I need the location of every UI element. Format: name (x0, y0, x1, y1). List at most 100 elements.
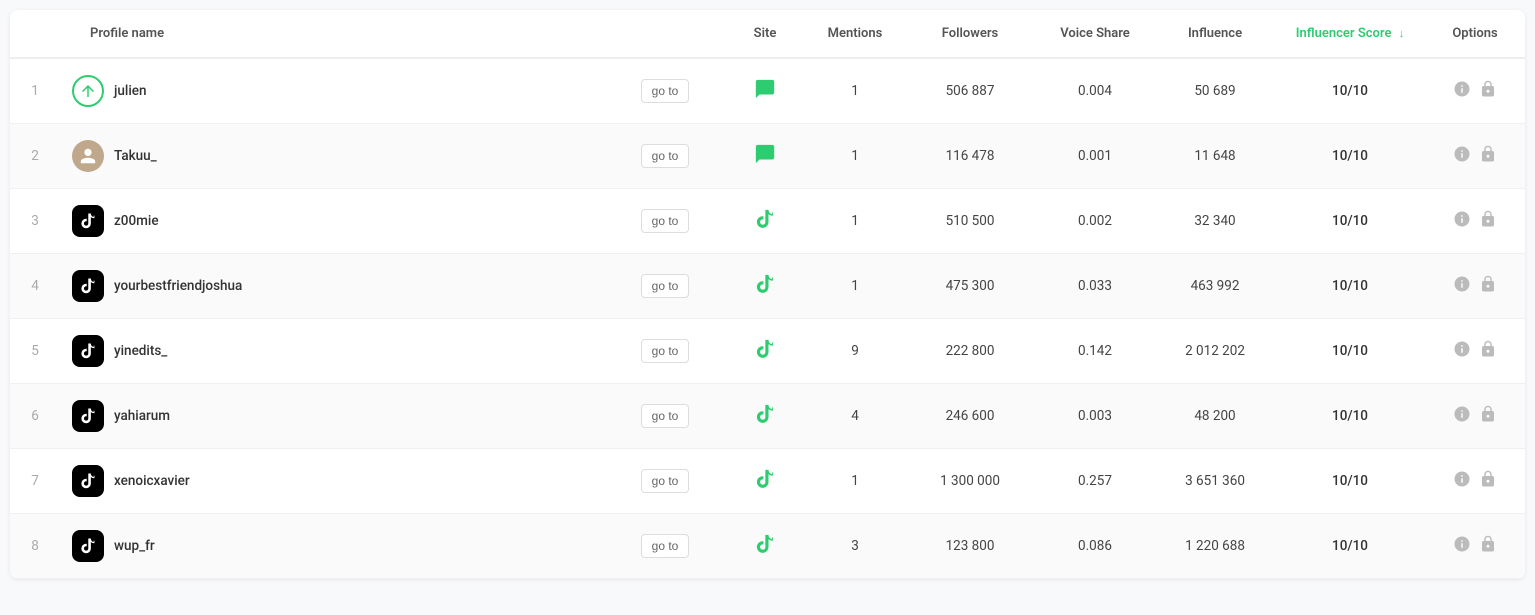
username-label: yourbestfriendjoshua (114, 278, 242, 294)
cell-goto[interactable]: go to (605, 514, 725, 579)
cell-rank: 4 (10, 254, 60, 319)
cell-profile: Takuu_ (60, 124, 605, 189)
info-icon[interactable] (1453, 535, 1471, 557)
cell-profile: wup_fr (60, 514, 605, 579)
cell-rank: 6 (10, 384, 60, 449)
cell-followers: 246 600 (905, 384, 1035, 449)
cell-goto[interactable]: go to (605, 189, 725, 254)
cell-followers: 506 887 (905, 58, 1035, 124)
col-goto (605, 10, 725, 58)
info-icon[interactable] (1453, 210, 1471, 232)
col-influencer-score[interactable]: Influencer Score ↓ (1275, 10, 1425, 58)
cell-goto[interactable]: go to (605, 449, 725, 514)
lock-icon[interactable] (1479, 210, 1497, 232)
cell-site (725, 319, 805, 384)
cell-influence: 1 220 688 (1155, 514, 1275, 579)
info-icon[interactable] (1453, 145, 1471, 167)
avatar (72, 75, 104, 107)
avatar (72, 270, 104, 302)
cell-site (725, 449, 805, 514)
lock-icon[interactable] (1479, 535, 1497, 557)
cell-influencer-score: 10/10 (1275, 124, 1425, 189)
username-label: Takuu_ (114, 148, 157, 164)
cell-rank: 2 (10, 124, 60, 189)
cell-followers: 475 300 (905, 254, 1035, 319)
lock-icon[interactable] (1479, 405, 1497, 427)
cell-profile: yahiarum (60, 384, 605, 449)
username-label: z00mie (114, 213, 159, 229)
cell-influencer-score: 10/10 (1275, 254, 1425, 319)
goto-button[interactable]: go to (641, 469, 690, 493)
cell-options (1425, 58, 1525, 124)
info-icon[interactable] (1453, 275, 1471, 297)
goto-button[interactable]: go to (641, 534, 690, 558)
cell-rank: 7 (10, 449, 60, 514)
col-options: Options (1425, 10, 1525, 58)
cell-influence: 3 651 360 (1155, 449, 1275, 514)
cell-influence: 463 992 (1155, 254, 1275, 319)
cell-profile: yinedits_ (60, 319, 605, 384)
col-voice-share: Voice Share (1035, 10, 1155, 58)
col-followers: Followers (905, 10, 1035, 58)
info-icon[interactable] (1453, 470, 1471, 492)
col-rank (10, 10, 60, 58)
cell-goto[interactable]: go to (605, 58, 725, 124)
cell-goto[interactable]: go to (605, 124, 725, 189)
sort-arrow-icon: ↓ (1399, 27, 1405, 40)
cell-profile: xenoicxavier (60, 449, 605, 514)
cell-mentions: 3 (805, 514, 905, 579)
col-profile-name: Profile name (60, 10, 605, 58)
goto-button[interactable]: go to (641, 274, 690, 298)
cell-options (1425, 384, 1525, 449)
cell-influence: 48 200 (1155, 384, 1275, 449)
goto-button[interactable]: go to (641, 144, 690, 168)
cell-influencer-score: 10/10 (1275, 58, 1425, 124)
cell-rank: 5 (10, 319, 60, 384)
table-row: 8 wup_frgo to 3123 8000.0861 220 68810/1… (10, 514, 1525, 579)
goto-button[interactable]: go to (641, 404, 690, 428)
lock-icon[interactable] (1479, 340, 1497, 362)
cell-mentions: 1 (805, 58, 905, 124)
goto-button[interactable]: go to (641, 209, 690, 233)
cell-mentions: 1 (805, 254, 905, 319)
cell-voice-share: 0.033 (1035, 254, 1155, 319)
col-site: Site (725, 10, 805, 58)
avatar (72, 335, 104, 367)
table-row: 2Takuu_go to 1116 4780.00111 64810/10 (10, 124, 1525, 189)
lock-icon[interactable] (1479, 80, 1497, 102)
cell-goto[interactable]: go to (605, 254, 725, 319)
table-row: 6 yahiarumgo to 4246 6000.00348 20010/10 (10, 384, 1525, 449)
cell-mentions: 4 (805, 384, 905, 449)
cell-mentions: 1 (805, 189, 905, 254)
table-row: 3 z00miego to 1510 5000.00232 34010/10 (10, 189, 1525, 254)
info-icon[interactable] (1453, 80, 1471, 102)
cell-influence: 2 012 202 (1155, 319, 1275, 384)
goto-button[interactable]: go to (641, 79, 690, 103)
col-mentions: Mentions (805, 10, 905, 58)
cell-options (1425, 254, 1525, 319)
cell-options (1425, 189, 1525, 254)
cell-influence: 50 689 (1155, 58, 1275, 124)
table-row: 5 yinedits_go to 9222 8000.1422 012 2021… (10, 319, 1525, 384)
cell-goto[interactable]: go to (605, 319, 725, 384)
info-icon[interactable] (1453, 340, 1471, 362)
cell-rank: 3 (10, 189, 60, 254)
cell-voice-share: 0.002 (1035, 189, 1155, 254)
lock-icon[interactable] (1479, 275, 1497, 297)
cell-influencer-score: 10/10 (1275, 514, 1425, 579)
lock-icon[interactable] (1479, 470, 1497, 492)
cell-rank: 1 (10, 58, 60, 124)
avatar (72, 530, 104, 562)
cell-site (725, 189, 805, 254)
goto-button[interactable]: go to (641, 339, 690, 363)
cell-influence: 32 340 (1155, 189, 1275, 254)
cell-voice-share: 0.086 (1035, 514, 1155, 579)
cell-followers: 222 800 (905, 319, 1035, 384)
cell-voice-share: 0.257 (1035, 449, 1155, 514)
cell-options (1425, 319, 1525, 384)
cell-goto[interactable]: go to (605, 384, 725, 449)
lock-icon[interactable] (1479, 145, 1497, 167)
cell-mentions: 1 (805, 449, 905, 514)
info-icon[interactable] (1453, 405, 1471, 427)
table-row: 4 yourbestfriendjoshua go to 1475 3000.03… (10, 254, 1525, 319)
